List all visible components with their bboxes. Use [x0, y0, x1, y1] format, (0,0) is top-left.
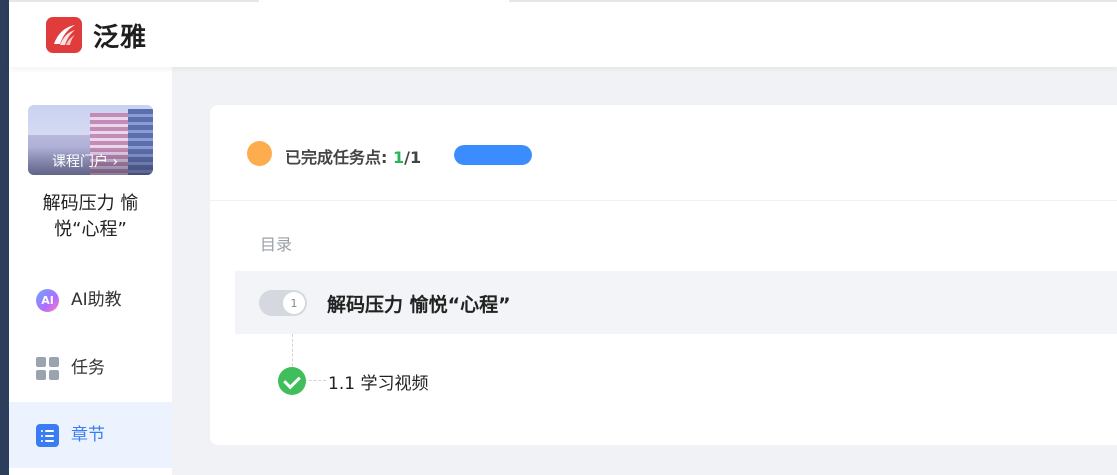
course-portal-link[interactable]: 课程门户 › [52, 151, 118, 171]
progress-done-count: 1 [392, 148, 405, 167]
tree-connector-branch [304, 380, 326, 381]
sidebar: 课程门户 › 解码压力 愉悦“心程” AI AI助教 任务 章节 [9, 67, 172, 475]
task-progress-label: 已完成任务点: 1/1 [285, 148, 422, 167]
task-progress-fill [454, 145, 532, 165]
progress-total-count: /1 [404, 148, 422, 167]
top-divider [9, 0, 1117, 2]
top-bar: 泛雅 [9, 0, 1117, 67]
course-title: 解码压力 愉悦“心程” [42, 193, 139, 240]
window-edge-strip [0, 0, 9, 475]
chapter-number-badge: 1 [283, 292, 305, 314]
card-divider [210, 200, 1117, 201]
task-progress-bar [454, 145, 532, 165]
list-icon [36, 424, 59, 447]
chapter-row[interactable]: 1 解码压力 愉悦“心程” [235, 271, 1117, 334]
ai-assistant-icon: AI [36, 289, 59, 312]
section-link-study-video[interactable]: 1.1 学习视频 [328, 369, 428, 394]
sidebar-item-label: 章节 [71, 425, 105, 445]
sidebar-item-label: AI助教 [71, 290, 122, 310]
sidebar-item-chapters[interactable]: 章节 [9, 402, 172, 468]
toc-heading: 目录 [260, 235, 293, 254]
fanya-logo-icon[interactable] [46, 17, 82, 53]
active-tab-gap [259, 0, 509, 2]
progress-status-dot [247, 141, 272, 166]
sidebar-item-label: 任务 [71, 358, 105, 378]
chapter-collapse-toggle[interactable]: 1 [259, 290, 307, 316]
chapter-card: 已完成任务点: 1/1 目录 1 解码压力 愉悦“心程” 1.1 学习视频 [210, 105, 1117, 445]
chapter-title: 解码压力 愉悦“心程” [327, 294, 511, 316]
brand-name: 泛雅 [93, 23, 148, 53]
sidebar-item-tasks[interactable]: 任务 [9, 335, 172, 401]
grid-icon [36, 357, 59, 380]
course-cover-image[interactable]: 课程门户 › [28, 105, 153, 175]
completed-check-icon [278, 367, 306, 395]
sidebar-item-ai-assistant[interactable]: AI AI助教 [9, 267, 172, 333]
